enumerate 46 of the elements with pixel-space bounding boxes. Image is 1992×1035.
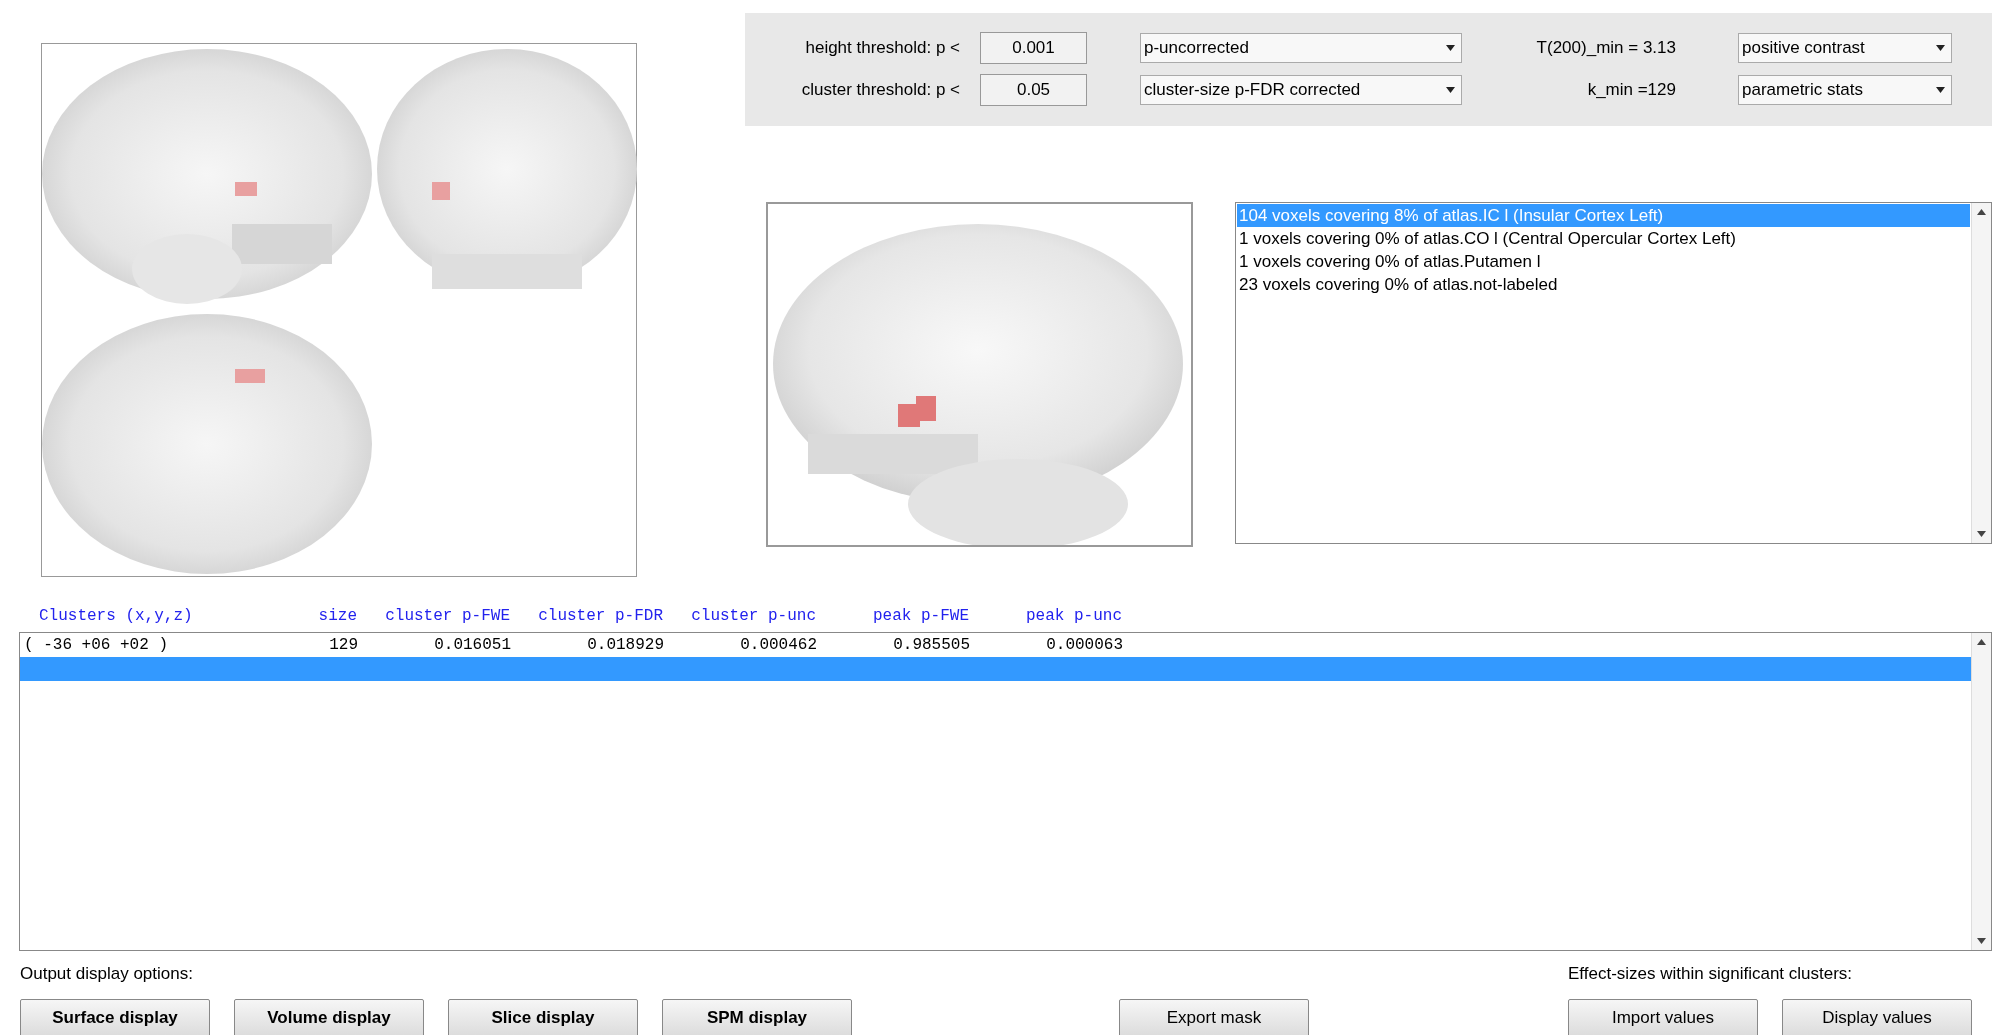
column-header: peak p-unc bbox=[1025, 606, 1122, 627]
scrollbar[interactable] bbox=[1971, 203, 1991, 543]
correction-dropdown[interactable]: p-uncorrected bbox=[1140, 32, 1462, 63]
table-cell-text: 0.000063 bbox=[1045, 635, 1123, 656]
statistic-text: k_min =129 bbox=[1586, 78, 1676, 101]
statistic-text: T(200)_min = 3.13 bbox=[1535, 36, 1676, 59]
column-header: cluster p-unc bbox=[690, 606, 816, 627]
threshold-input[interactable]: 0.05 bbox=[980, 73, 1087, 106]
action-button[interactable]: Import values bbox=[1568, 998, 1758, 1035]
list-item[interactable]: 1 voxels covering 0% of atlas.CO l (Central Opercular Cortex Left) bbox=[1237, 227, 1970, 250]
table-cell-text: ( -36 +06 +02 ) bbox=[23, 635, 170, 656]
scroll-up-arrow-icon[interactable] bbox=[1977, 639, 1986, 645]
threshold-label: height threshold: p < bbox=[804, 36, 960, 59]
dropdown-caret-icon bbox=[1936, 44, 1945, 51]
column-header: Clusters (x,y,z) bbox=[38, 606, 194, 627]
list-item[interactable]: 1 voxels covering 0% of atlas.Putamen l bbox=[1237, 250, 1970, 273]
display-button[interactable]: Surface display bbox=[20, 998, 210, 1035]
section-label: Effect-sizes within significant clusters: bbox=[1568, 963, 1854, 985]
scroll-up-arrow-icon[interactable] bbox=[1977, 209, 1986, 215]
display-button[interactable]: SPM display bbox=[662, 998, 852, 1035]
column-header: size bbox=[317, 606, 357, 627]
scroll-down-arrow-icon[interactable] bbox=[1977, 938, 1986, 944]
dropdown-caret-icon bbox=[1446, 86, 1455, 93]
table-cell-text: 0.016051 bbox=[433, 635, 511, 656]
scrollbar[interactable] bbox=[1971, 633, 1991, 950]
threshold-label: cluster threshold: p < bbox=[800, 78, 960, 101]
column-header: cluster p-FWE bbox=[384, 606, 510, 627]
table-cell-text: 129 bbox=[328, 635, 358, 656]
display-button[interactable]: Volume display bbox=[234, 998, 424, 1035]
threshold-input[interactable]: 0.001 bbox=[980, 31, 1087, 64]
action-button[interactable]: Export mask bbox=[1119, 998, 1309, 1035]
column-header: peak p-FWE bbox=[872, 606, 969, 627]
list-item[interactable]: 23 voxels covering 0% of atlas.not-labeled bbox=[1237, 273, 1970, 296]
correction-dropdown[interactable]: cluster-size p-FDR corrected bbox=[1140, 74, 1462, 105]
section-label: Output display options: bbox=[20, 963, 194, 985]
display-button[interactable]: Slice display bbox=[448, 998, 638, 1035]
table-cell-text: 0.000462 bbox=[739, 635, 817, 656]
action-button[interactable]: Display values bbox=[1782, 998, 1972, 1035]
table-cell-text: 0.985505 bbox=[892, 635, 970, 656]
dropdown-caret-icon bbox=[1936, 86, 1945, 93]
table-cell-text: 0.018929 bbox=[586, 635, 664, 656]
column-header: cluster p-FDR bbox=[537, 606, 663, 627]
option-dropdown[interactable]: parametric stats bbox=[1738, 74, 1952, 105]
option-dropdown[interactable]: positive contrast bbox=[1738, 32, 1952, 63]
scroll-down-arrow-icon[interactable] bbox=[1977, 531, 1986, 537]
dropdown-caret-icon bbox=[1446, 44, 1455, 51]
